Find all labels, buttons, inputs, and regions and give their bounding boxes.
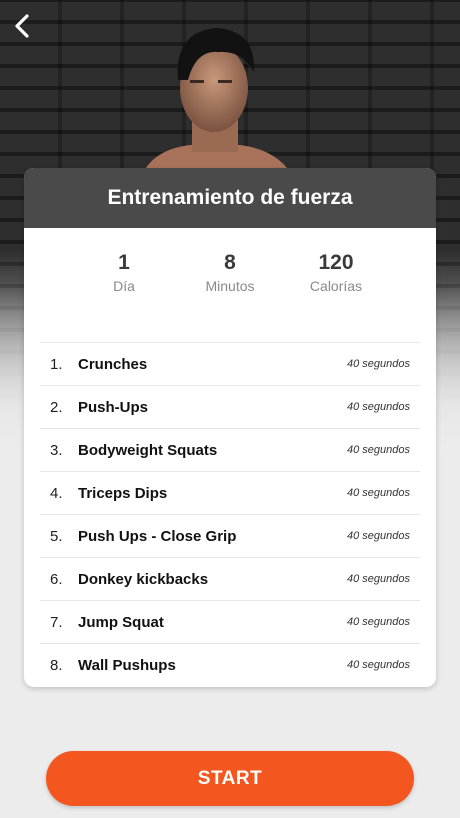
- exercise-duration: 40 segundos: [347, 616, 410, 628]
- stat-label: Calorías: [309, 278, 363, 294]
- stat-minutes: 8 Minutos: [180, 250, 280, 330]
- exercise-number: 5.: [50, 527, 63, 545]
- stat-label: Minutos: [205, 278, 255, 294]
- workout-stats: 1 Día 8 Minutos 120 Calorías: [24, 228, 436, 330]
- exercise-duration: 40 segundos: [347, 358, 410, 370]
- exercise-duration: 40 segundos: [347, 487, 410, 499]
- stat-label: Día: [113, 278, 135, 294]
- workout-title: Entrenamiento de fuerza: [24, 168, 436, 228]
- exercise-name: Crunches: [78, 355, 148, 373]
- exercise-name: Jump Squat: [78, 613, 164, 631]
- exercise-row[interactable]: 1. Crunches 40 segundos: [40, 342, 420, 385]
- exercise-number: 8.: [50, 656, 63, 674]
- exercise-number: 1.: [50, 355, 63, 373]
- exercise-row[interactable]: 5. Push Ups - Close Grip 40 segundos: [40, 514, 420, 557]
- workout-card: Entrenamiento de fuerza 1 Día 8 Minutos …: [24, 168, 436, 687]
- exercise-duration: 40 segundos: [347, 659, 410, 671]
- exercise-number: 3.: [50, 441, 63, 459]
- exercise-row[interactable]: 3. Bodyweight Squats 40 segundos: [40, 428, 420, 471]
- stat-day: 1 Día: [74, 250, 174, 330]
- exercise-duration: 40 segundos: [347, 401, 410, 413]
- exercise-row[interactable]: 8. Wall Pushups 40 segundos: [40, 643, 420, 686]
- stat-calories: 120 Calorías: [286, 250, 386, 330]
- start-button[interactable]: START: [46, 751, 414, 806]
- exercise-duration: 40 segundos: [347, 444, 410, 456]
- stat-value: 1: [118, 251, 130, 274]
- back-button[interactable]: [6, 8, 38, 44]
- exercise-number: 4.: [50, 484, 63, 502]
- exercise-name: Donkey kickbacks: [78, 570, 209, 588]
- exercise-name: Wall Pushups: [78, 656, 176, 674]
- exercise-name: Push-Ups: [78, 398, 149, 416]
- stat-value: 8: [224, 251, 236, 274]
- exercise-duration: 40 segundos: [347, 573, 410, 585]
- exercise-number: 7.: [50, 613, 63, 631]
- athlete-photo: [140, 28, 295, 180]
- exercise-list: 1. Crunches 40 segundos 2. Push-Ups 40 s…: [40, 342, 420, 686]
- chevron-left-icon: [15, 14, 29, 38]
- exercise-row[interactable]: 6. Donkey kickbacks 40 segundos: [40, 557, 420, 600]
- exercise-row[interactable]: 2. Push-Ups 40 segundos: [40, 385, 420, 428]
- exercise-row[interactable]: 4. Triceps Dips 40 segundos: [40, 471, 420, 514]
- exercise-number: 6.: [50, 570, 63, 588]
- exercise-number: 2.: [50, 398, 63, 416]
- exercise-duration: 40 segundos: [347, 530, 410, 542]
- stat-value: 120: [318, 251, 354, 274]
- exercise-name: Push Ups - Close Grip: [78, 527, 237, 545]
- exercise-row[interactable]: 7. Jump Squat 40 segundos: [40, 600, 420, 643]
- exercise-name: Triceps Dips: [78, 484, 168, 502]
- exercise-name: Bodyweight Squats: [78, 441, 218, 459]
